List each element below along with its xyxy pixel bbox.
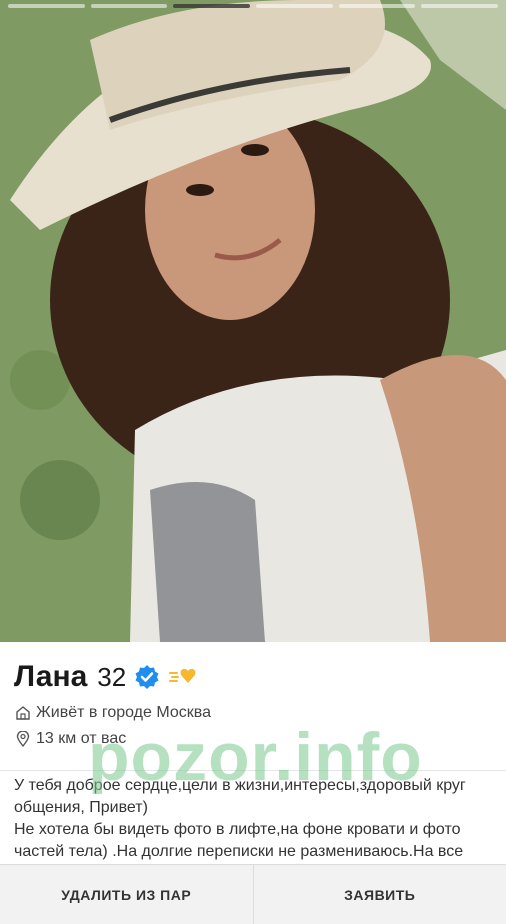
name-row: Лана 32 (14, 660, 198, 694)
progress-segment (256, 4, 333, 8)
photo-illustration (0, 0, 506, 642)
action-bar: УДАЛИТЬ ИЗ ПАР ЗАЯВИТЬ (0, 864, 506, 924)
remove-match-button[interactable]: УДАЛИТЬ ИЗ ПАР (0, 865, 253, 924)
progress-segment-active (173, 4, 250, 8)
location-pin-icon (16, 731, 30, 747)
progress-segment (8, 4, 85, 8)
progress-segment (339, 4, 416, 8)
report-button[interactable]: ЗАЯВИТЬ (253, 865, 506, 924)
profile-age: 32 (97, 662, 126, 693)
progress-segment (91, 4, 168, 8)
progress-segment (421, 4, 498, 8)
home-icon (16, 706, 30, 720)
super-like-icon (168, 666, 198, 688)
verified-badge-icon (134, 664, 160, 690)
photo-progress (8, 4, 498, 8)
profile-name: Лана (14, 660, 87, 694)
watermark: pozor.info (88, 718, 423, 796)
profile-photo[interactable] (0, 0, 506, 642)
bio-line-2: Не хотела бы видеть фото в лифте,на фоне… (14, 819, 498, 863)
